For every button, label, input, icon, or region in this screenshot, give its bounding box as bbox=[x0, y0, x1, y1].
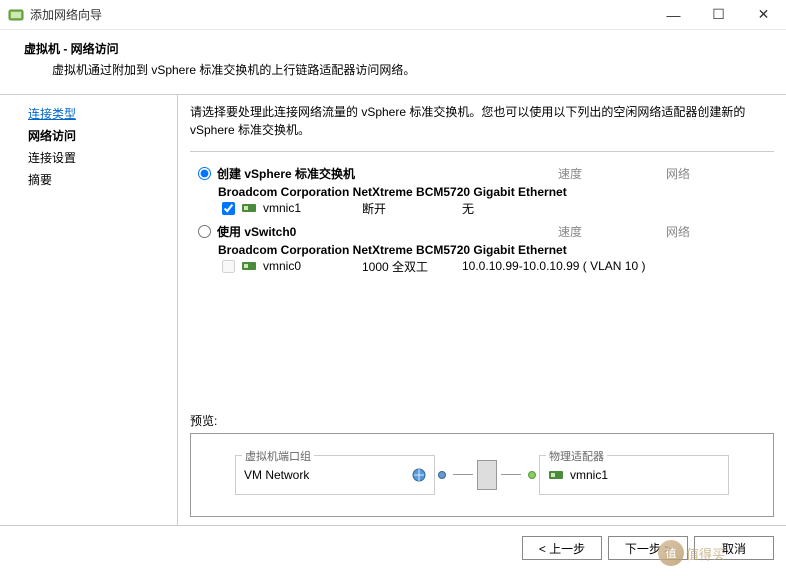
connector-line bbox=[453, 474, 473, 476]
content-area: 请选择要处理此连接网络流量的 vSphere 标准交换机。您也可以使用以下列出的… bbox=[178, 95, 786, 525]
wizard-header: 虚拟机 - 网络访问 虚拟机通过附加到 vSphere 标准交换机的上行链路适配… bbox=[0, 30, 786, 94]
nic-network: 无 bbox=[462, 200, 474, 217]
next-button[interactable]: 下一步 > bbox=[608, 536, 688, 560]
nic-name: vmnic0 bbox=[263, 259, 301, 273]
minimize-button[interactable]: — bbox=[651, 0, 696, 30]
wizard-title: 虚拟机 - 网络访问 bbox=[24, 40, 770, 57]
preview-adapter-label: 物理适配器 bbox=[546, 448, 607, 464]
main-layout: 连接类型 网络访问 连接设置 摘要 请选择要处理此连接网络流量的 vSphere… bbox=[0, 94, 786, 526]
cancel-button[interactable]: 取消 bbox=[694, 536, 774, 560]
wizard-sidebar: 连接类型 网络访问 连接设置 摘要 bbox=[0, 95, 178, 525]
connector-dot-icon bbox=[528, 471, 536, 479]
preview-label: 预览: bbox=[190, 400, 774, 429]
nic-speed: 断开 bbox=[362, 200, 386, 217]
preview-adapter-name: vmnic1 bbox=[570, 468, 608, 482]
preview-diagram: 虚拟机端口组 VM Network 物理适配器 vmnic1 bbox=[190, 433, 774, 517]
nic-speed: 1000 全双工 bbox=[362, 258, 428, 275]
content-description: 请选择要处理此连接网络流量的 vSphere 标准交换机。您也可以使用以下列出的… bbox=[190, 103, 774, 139]
button-bar: < 上一步 下一步 > 取消 值值得买 bbox=[0, 526, 786, 570]
column-header-speed: 速度 bbox=[558, 223, 582, 240]
nic-icon bbox=[548, 468, 564, 482]
wizard-description: 虚拟机通过附加到 vSphere 标准交换机的上行链路适配器访问网络。 bbox=[24, 61, 770, 78]
sidebar-item-summary: 摘要 bbox=[0, 169, 177, 191]
sidebar-item-connection-settings: 连接设置 bbox=[0, 147, 177, 169]
radio-use-vswitch0[interactable] bbox=[198, 225, 211, 238]
sidebar-item-connection-type[interactable]: 连接类型 bbox=[0, 103, 177, 125]
sidebar-item-network-access: 网络访问 bbox=[0, 125, 177, 147]
nic-checkbox[interactable] bbox=[222, 202, 235, 215]
option-use-vswitch0[interactable]: 使用 vSwitch0 速度 网络 bbox=[198, 223, 774, 240]
preview-port-group-name: VM Network bbox=[244, 468, 309, 482]
options-panel: 创建 vSphere 标准交换机 速度 网络 Broadcom Corporat… bbox=[190, 151, 774, 281]
adapter-name: Broadcom Corporation NetXtreme BCM5720 G… bbox=[218, 243, 774, 257]
back-button[interactable]: < 上一步 bbox=[522, 536, 602, 560]
column-header-network: 网络 bbox=[666, 165, 690, 182]
nic-row: vmnic1 断开 无 bbox=[222, 201, 774, 215]
connector-dot-icon bbox=[438, 471, 446, 479]
connector-line bbox=[501, 474, 521, 476]
close-button[interactable]: ✕ bbox=[741, 0, 786, 30]
preview-switch-icon bbox=[477, 460, 497, 490]
option-label: 使用 vSwitch0 bbox=[217, 223, 296, 240]
preview-adapter-group: 物理适配器 vmnic1 bbox=[539, 455, 729, 495]
adapter-name: Broadcom Corporation NetXtreme BCM5720 G… bbox=[218, 185, 774, 199]
nic-network: 10.0.10.99-10.0.10.99 ( VLAN 10 ) bbox=[462, 259, 645, 273]
app-icon bbox=[8, 7, 24, 23]
option-label: 创建 vSphere 标准交换机 bbox=[217, 165, 355, 182]
maximize-button[interactable]: ☐ bbox=[696, 0, 741, 30]
radio-create-switch[interactable] bbox=[198, 167, 211, 180]
window-controls: — ☐ ✕ bbox=[651, 0, 786, 30]
window-title: 添加网络向导 bbox=[30, 6, 651, 23]
option-create-switch[interactable]: 创建 vSphere 标准交换机 速度 网络 bbox=[198, 165, 774, 182]
nic-checkbox bbox=[222, 260, 235, 273]
nic-icon bbox=[241, 259, 257, 273]
nic-row: vmnic0 1000 全双工 10.0.10.99-10.0.10.99 ( … bbox=[222, 259, 774, 273]
preview-port-group: 虚拟机端口组 VM Network bbox=[235, 455, 435, 495]
nic-icon bbox=[241, 201, 257, 215]
column-header-network: 网络 bbox=[666, 223, 690, 240]
column-header-speed: 速度 bbox=[558, 165, 582, 182]
titlebar: 添加网络向导 — ☐ ✕ bbox=[0, 0, 786, 30]
globe-icon bbox=[412, 468, 426, 482]
nic-name: vmnic1 bbox=[263, 201, 301, 215]
preview-port-group-label: 虚拟机端口组 bbox=[242, 448, 314, 464]
